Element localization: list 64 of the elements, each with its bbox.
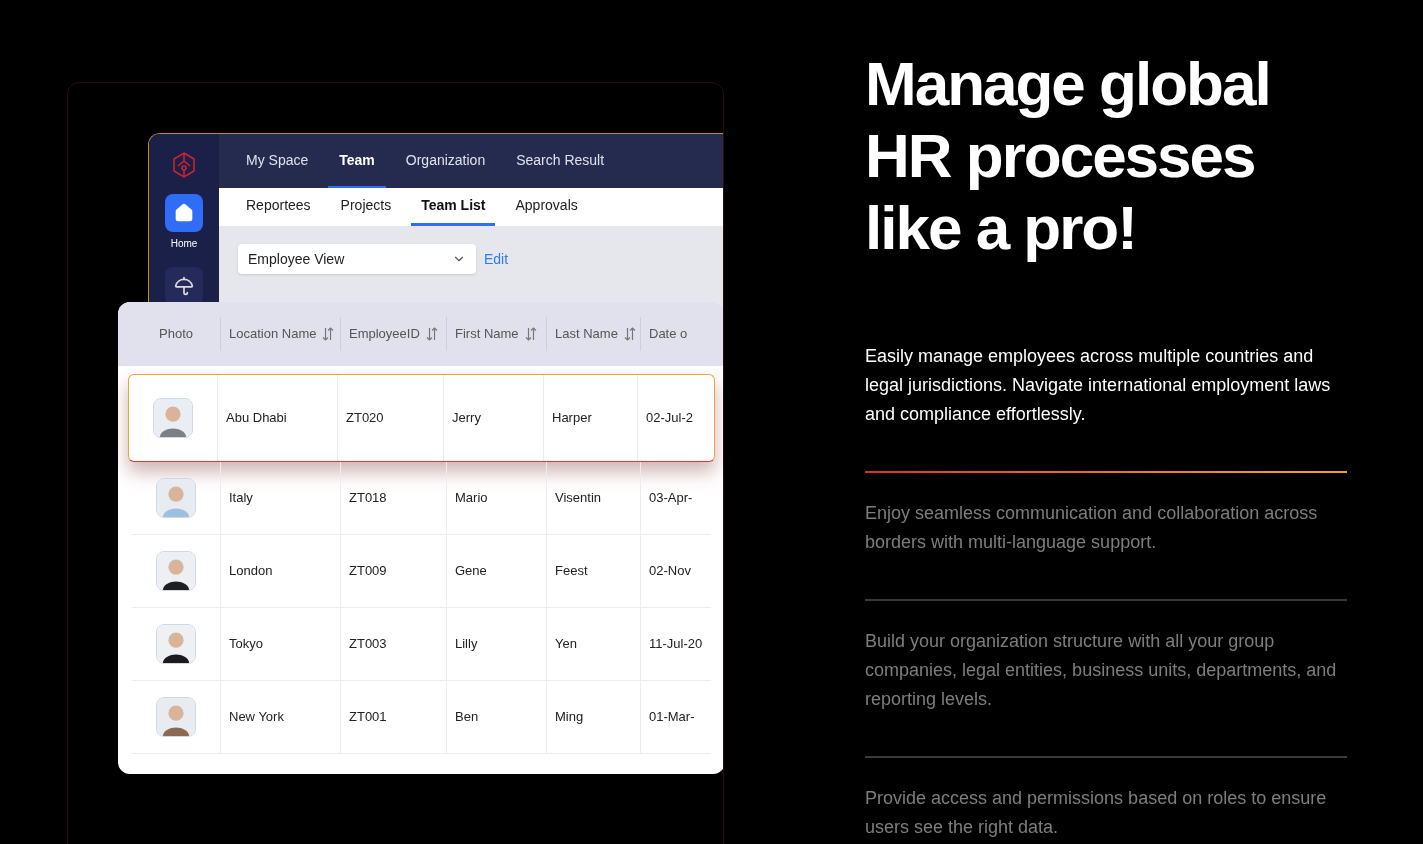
table-cell-text: Gene — [455, 562, 487, 581]
table-cell-text: Abu Dhabi — [226, 409, 287, 428]
table-cell-text: Jerry — [452, 409, 481, 428]
table-cell-text: Tokyo — [229, 635, 263, 654]
table-cell-text: 01-Mar- — [649, 708, 695, 727]
sidebar-item[interactable] — [165, 194, 203, 232]
sub-tab[interactable]: Team List — [411, 188, 496, 226]
avatar — [156, 624, 196, 664]
table-row[interactable]: Abu Dhabi ZT020 Jerry Harper 02-Jul-2 — [128, 374, 715, 462]
sub-tab[interactable]: Approvals — [505, 188, 588, 226]
avatar — [156, 478, 196, 518]
avatar — [156, 551, 196, 591]
column-header: Photo — [159, 325, 193, 344]
column-header[interactable]: Last Name — [555, 324, 636, 344]
headline: Manage global HR processes like a pro! — [865, 48, 1271, 264]
nav-tab[interactable]: Search Result — [505, 134, 616, 188]
table-row[interactable]: Italy ZT018 Mario Visentin 03-Apr- — [132, 462, 711, 535]
sort-icon — [322, 327, 335, 341]
logo-icon — [172, 152, 196, 178]
table-row[interactable]: London ZT009 Gene Feest 02-Nov — [132, 535, 711, 608]
sidebar-label: Home — [170, 237, 198, 251]
table-cell-text: Ben — [455, 708, 479, 727]
home-icon — [174, 203, 194, 223]
nav-tab[interactable]: My Space — [235, 134, 320, 188]
avatar — [153, 398, 193, 438]
table-cell-text: 11-Jul-20 — [649, 635, 703, 654]
table-cell-text: Ming — [555, 708, 584, 727]
table-row[interactable]: Tokyo ZT003 Lilly Yen 11-Jul-20 — [132, 608, 711, 681]
table-cell-text: 02-Jul-2 — [646, 409, 693, 428]
sort-icon — [524, 327, 537, 341]
table-cell-text: ZT001 — [349, 708, 387, 727]
table-cell-text: Italy — [229, 489, 253, 508]
avatar — [156, 697, 196, 737]
nav-tab[interactable]: Organization — [394, 134, 497, 188]
column-header[interactable]: Date o — [649, 324, 688, 344]
table-cell-text: Mario — [455, 489, 488, 508]
column-header[interactable]: Location Name — [229, 324, 335, 344]
view-dropdown[interactable]: Employee View — [238, 244, 476, 274]
sub-tab[interactable]: Projects — [330, 188, 402, 226]
table-cell-text: Yen — [555, 635, 577, 654]
feature-text[interactable]: Enjoy seamless communication and collaboration across borders with multi-language support. — [865, 499, 1347, 557]
table-cell-text: Harper — [552, 409, 592, 428]
umbrella-icon — [174, 276, 194, 296]
table-cell-text: New York — [229, 708, 284, 727]
table-cell-text: ZT018 — [349, 489, 387, 508]
sort-icon — [425, 327, 438, 341]
table-cell-text: London — [229, 562, 273, 581]
sub-tab[interactable]: Reportees — [236, 188, 321, 226]
table-cell-text: Visentin — [555, 489, 601, 508]
table-cell-text: 02-Nov — [649, 562, 691, 581]
table-cell-text: Feest — [555, 562, 588, 581]
sort-icon — [623, 327, 636, 341]
feature-text[interactable]: Build your organization structure with all your group companies, legal entities, business units, departments, and reporting levels. — [865, 627, 1347, 714]
table-cell-text: Lilly — [455, 635, 478, 654]
table-cell-text: ZT009 — [349, 562, 387, 581]
feature-text[interactable]: Easily manage employees across multiple countries and legal jurisdictions. Navigate international employment laws and compliance effortlessly. — [865, 342, 1347, 429]
table-cell-text: ZT003 — [349, 635, 387, 654]
feature-text[interactable]: Provide access and permissions based on roles to ensure users see the right data. — [865, 784, 1347, 842]
column-header[interactable]: First Name — [455, 324, 537, 344]
table-row[interactable]: New York ZT001 Ben Ming 01-Mar- — [132, 681, 711, 754]
table-cell-text: 03-Apr- — [649, 489, 693, 508]
column-header[interactable]: EmployeeID — [349, 324, 438, 344]
sidebar-item[interactable] — [165, 267, 203, 305]
table-cell-text: ZT020 — [346, 409, 384, 428]
